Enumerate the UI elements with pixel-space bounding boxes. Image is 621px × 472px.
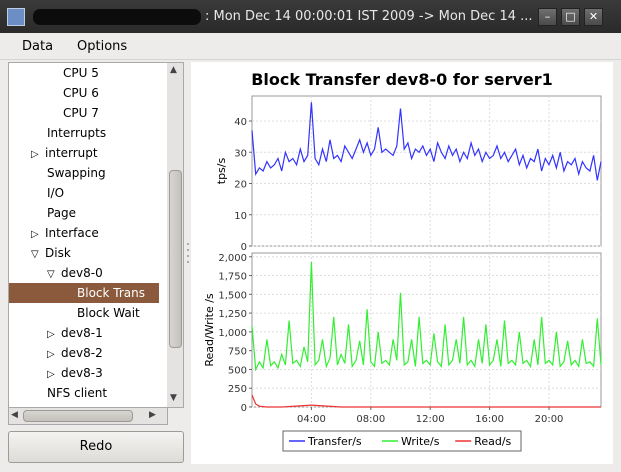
x-tick-label: 08:00 — [356, 414, 385, 425]
metric-tree: CPU 5 CPU 6 CPU 7 Interrupts ▷ interrupt … — [8, 62, 168, 408]
y-tick-label: 250 — [228, 384, 247, 395]
scroll-left-arrow-icon[interactable]: ◀ — [11, 410, 18, 420]
tree-item-label: CPU 6 — [63, 86, 99, 100]
y-tick-label: 20 — [234, 180, 247, 191]
tree-item-label: Interrupts — [47, 126, 107, 140]
expand-triangle-icon[interactable]: ▷ — [47, 345, 61, 365]
expand-triangle-icon[interactable]: ▷ — [47, 325, 61, 345]
tree-item-block-trans[interactable]: Block Trans — [9, 283, 159, 303]
legend-entry: Transfer/s — [307, 435, 362, 448]
maximize-button[interactable]: □ — [561, 8, 580, 26]
tree-item-disk[interactable]: ▽ Disk — [31, 243, 71, 263]
tree-item-label: dev8-3 — [61, 366, 103, 380]
tree-item-block-wait[interactable]: Block Wait — [77, 303, 140, 323]
title-bar[interactable]: : Mon Dec 14 00:00:01 IST 2009 -> Mon De… — [0, 0, 621, 33]
tree-item-swapping[interactable]: Swapping — [47, 163, 106, 183]
y-tick-label: 0 — [241, 403, 247, 414]
menu-bar: Data Options — [0, 33, 621, 60]
y-tick-label: 1,750 — [218, 272, 247, 283]
tree-item-label: dev8-2 — [61, 346, 103, 360]
chart-title: Block Transfer dev8-0 for server1 — [251, 70, 553, 89]
window-title: : Mon Dec 14 00:00:01 IST 2009 -> Mon De… — [205, 9, 533, 24]
plot-area — [251, 95, 602, 247]
collapse-triangle-icon[interactable]: ▽ — [47, 265, 61, 285]
expand-triangle-icon[interactable]: ▷ — [31, 145, 45, 165]
tree-item-label: interrupt — [45, 146, 98, 160]
x-tick-label: 04:00 — [297, 414, 326, 425]
legend-entry: Write/s — [401, 435, 440, 448]
tree-item-io[interactable]: I/O — [47, 183, 64, 203]
x-tick-label: 20:00 — [535, 414, 564, 425]
tree-item-cpu-7[interactable]: CPU 7 — [63, 103, 99, 123]
expand-triangle-icon[interactable]: ▷ — [31, 225, 45, 245]
tree-item-dev8-3[interactable]: ▷ dev8-3 — [47, 363, 103, 383]
tree-item-interrupt[interactable]: ▷ interrupt — [31, 143, 98, 163]
y-tick-label: 0 — [241, 242, 247, 253]
tree-item-label: Disk — [45, 246, 71, 260]
tree-item-dev8-1[interactable]: ▷ dev8-1 — [47, 323, 103, 343]
minimize-button[interactable]: – — [538, 8, 557, 26]
x-tick-label: 16:00 — [475, 414, 504, 425]
split-pane-grip-icon[interactable] — [186, 240, 190, 268]
y-tick-label: 10 — [234, 211, 247, 222]
y-tick-label: 30 — [234, 148, 247, 159]
scroll-up-arrow-icon[interactable]: ▲ — [170, 65, 177, 75]
y-tick-label: 750 — [228, 347, 247, 358]
y-axis-label: Read/Write /s — [203, 293, 216, 367]
expand-triangle-icon[interactable]: ▷ — [47, 365, 61, 385]
block-transfer-chart: Block Transfer dev8-0 for server1 0 10 20 30… — [203, 70, 602, 452]
x-tick-label: 12:00 — [416, 414, 445, 425]
tree-item-page[interactable]: Page — [47, 203, 76, 223]
tree-item-label: I/O — [47, 186, 65, 200]
tree-item-cpu-5[interactable]: CPU 5 — [63, 63, 99, 83]
chart-panel: Block Transfer dev8-0 for server1 0 10 20 30… — [191, 62, 613, 464]
redacted-title-region — [33, 9, 201, 25]
tree-item-cpu-6[interactable]: CPU 6 — [63, 83, 99, 103]
tree-item-label: NFS client — [47, 386, 108, 400]
collapse-triangle-icon[interactable]: ▽ — [31, 245, 45, 265]
tree-item-label: CPU 5 — [63, 66, 99, 80]
tree-item-interface[interactable]: ▷ Interface — [31, 223, 99, 243]
y-tick-label: 1,000 — [218, 328, 247, 339]
tree-item-label: dev8-1 — [61, 326, 103, 340]
y-tick-label: 1,500 — [218, 290, 247, 301]
left-panel: CPU 5 CPU 6 CPU 7 Interrupts ▷ interrupt … — [8, 62, 184, 464]
tree-item-label: Block Trans — [77, 286, 145, 300]
menu-options[interactable]: Options — [77, 39, 127, 54]
tree-item-label: CPU 7 — [63, 106, 99, 120]
tree-horizontal-scrollbar[interactable]: ◀ ▶ — [8, 407, 168, 425]
scroll-down-arrow-icon[interactable]: ▼ — [170, 393, 177, 403]
tree-item-label: Swapping — [47, 166, 106, 180]
y-axis-label: tps/s — [215, 158, 228, 185]
vertical-scroll-thumb[interactable] — [169, 170, 182, 348]
y-tick-label: 1,250 — [218, 309, 247, 320]
tree-item-dev8-2[interactable]: ▷ dev8-2 — [47, 343, 103, 363]
tree-item-nfs-client[interactable]: NFS client — [47, 383, 107, 403]
close-button[interactable]: ✕ — [584, 8, 603, 26]
tree-item-interrupts[interactable]: Interrupts — [47, 123, 106, 143]
tree-item-label: Interface — [45, 226, 99, 240]
tree-item-label: Block Wait — [77, 306, 140, 320]
menu-data[interactable]: Data — [22, 39, 53, 54]
app-window: : Mon Dec 14 00:00:01 IST 2009 -> Mon De… — [0, 0, 621, 472]
horizontal-scroll-thumb[interactable] — [23, 410, 133, 422]
tree-item-label: Page — [47, 206, 77, 220]
tree-item-dev8-0[interactable]: ▽ dev8-0 — [47, 263, 103, 283]
app-icon — [7, 8, 25, 26]
y-tick-label: 40 — [234, 117, 247, 128]
tree-item-label: dev8-0 — [61, 266, 103, 280]
y-tick-label: 2,000 — [218, 253, 247, 264]
y-tick-label: 500 — [228, 365, 247, 376]
redo-button[interactable]: Redo — [8, 431, 184, 463]
tree-vertical-scrollbar[interactable]: ▲ ▼ — [167, 62, 184, 408]
scroll-right-arrow-icon[interactable]: ▶ — [149, 410, 156, 420]
legend-entry: Read/s — [474, 435, 511, 448]
